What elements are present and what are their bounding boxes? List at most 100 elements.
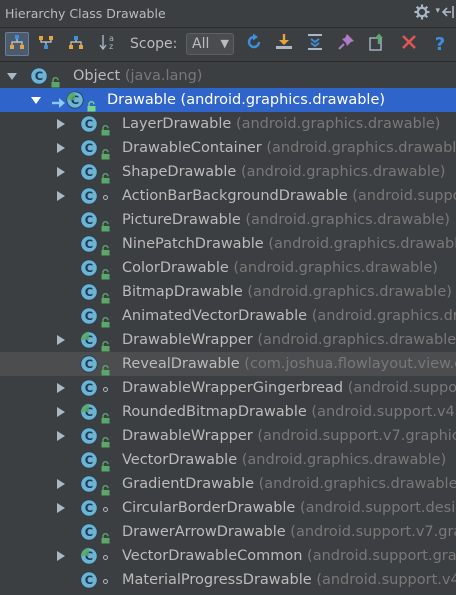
class-name: Drawable — [107, 92, 176, 108]
collapsed-arrow-icon[interactable] — [56, 143, 66, 153]
help-button[interactable]: ? — [428, 32, 452, 56]
tree-row[interactable]: C DrawableWrapper (android.support.v7.gra… — [0, 424, 456, 448]
svg-text:C: C — [85, 429, 93, 443]
collapsed-arrow-icon[interactable] — [56, 479, 66, 489]
public-access-icon — [101, 481, 110, 496]
class-icon: C — [80, 115, 98, 133]
tree-node-label: ColorDrawable (android.graphics.drawable… — [122, 259, 438, 277]
tree-row-selected[interactable]: C Drawable (android.graphics.drawable) — [0, 88, 456, 112]
svg-text:C: C — [85, 501, 93, 515]
tree-node-label: Drawable (android.graphics.drawable) — [107, 91, 385, 109]
close-button[interactable] — [397, 32, 421, 56]
public-access-icon — [101, 169, 110, 184]
tree-row[interactable]: C LayerDrawable (android.graphics.drawabl… — [0, 112, 456, 136]
class-icon: C — [80, 187, 98, 205]
public-access-icon — [101, 265, 110, 280]
window-title: Hierarchy Class Drawable — [5, 6, 166, 21]
public-access-icon — [101, 529, 110, 544]
supertypes-hierarchy-icon — [38, 34, 54, 54]
class-name: Object — [73, 68, 121, 84]
class-name: NinePatchDrawable — [122, 236, 264, 252]
tree-row[interactable]: C DrawableWrapper (android.graphics.drawa… — [0, 328, 456, 352]
collapsed-arrow-icon[interactable] — [56, 431, 66, 441]
tree-node-label: MaterialProgressDrawable (android.suppor… — [122, 571, 456, 589]
class-icon: C — [80, 499, 98, 517]
tree-row[interactable]: C BitmapDrawable (android.graphics.drawab… — [0, 280, 456, 304]
tree-node-label: PictureDrawable (android.graphics.drawab… — [122, 211, 450, 229]
hide-panel-icon[interactable] — [441, 4, 454, 24]
svg-text:C: C — [85, 357, 93, 371]
scope-dropdown[interactable]: All ▼ — [186, 33, 234, 55]
tree-node-label: DrawableWrapper (android.graphics.drawab… — [122, 331, 456, 349]
chevron-down-icon[interactable]: ▾ — [435, 6, 440, 16]
class-name: VectorDrawable — [122, 452, 238, 468]
class-icon: C — [80, 163, 98, 181]
class-icon: C — [80, 451, 98, 469]
tool-window-header: Hierarchy Class Drawable ▾ — [0, 0, 456, 28]
pin-tab-button[interactable] — [334, 32, 358, 56]
class-name: RevealDrawable — [122, 356, 240, 372]
collapsed-arrow-icon[interactable] — [56, 503, 66, 513]
help-icon: ? — [434, 33, 446, 55]
tree-node-label: ShapeDrawable (android.graphics.drawable… — [122, 163, 445, 181]
export-button[interactable] — [365, 32, 389, 56]
tree-row[interactable]: C ActionBarBackgroundDrawable (android.su… — [0, 184, 456, 208]
tree-row[interactable]: C PictureDrawable (android.graphics.drawa… — [0, 208, 456, 232]
tree-row[interactable]: C VectorDrawable (android.graphics.drawab… — [0, 448, 456, 472]
subtypes-hierarchy-button[interactable] — [5, 32, 29, 56]
class-icon: C — [80, 379, 98, 397]
refresh-button[interactable] — [242, 32, 266, 56]
tree-row[interactable]: C ShapeDrawable (android.graphics.drawabl… — [0, 160, 456, 184]
public-access-icon — [101, 457, 110, 472]
tree-row[interactable]: C DrawableWrapperGingerbread (android.sup… — [0, 376, 456, 400]
class-name: VectorDrawableCommon — [122, 548, 303, 564]
chevron-down-icon: ▼ — [220, 37, 229, 50]
package-name: (android.graphics.drawable) — [245, 212, 450, 228]
svg-text:C: C — [85, 285, 93, 299]
expand-all-button[interactable] — [303, 32, 327, 56]
gear-icon[interactable] — [414, 4, 430, 24]
tree-row[interactable]: C RevealDrawable (com.joshua.flowlayout.v… — [0, 352, 456, 376]
package-name: (android.graphics.drawable) — [258, 476, 456, 492]
svg-text:C: C — [35, 69, 43, 83]
collapsed-arrow-icon[interactable] — [56, 383, 66, 393]
svg-text:C: C — [85, 213, 93, 227]
collapsed-arrow-icon[interactable] — [56, 191, 66, 201]
package-private-access-icon — [103, 387, 108, 392]
tree-row[interactable]: C DrawableContainer (android.graphics.dra… — [0, 136, 456, 160]
tree-row-root[interactable]: C Object (java.lang) — [0, 64, 456, 88]
tree-row[interactable]: C VectorDrawableCommon (android.support.g… — [0, 544, 456, 568]
collapsed-arrow-icon[interactable] — [56, 551, 66, 561]
autoscroll-to-source-button[interactable] — [272, 32, 296, 56]
collapsed-arrow-icon[interactable] — [56, 407, 66, 417]
tree-row[interactable]: C RoundedBitmapDrawable (android.support.… — [0, 400, 456, 424]
collapsed-arrow-icon[interactable] — [56, 167, 66, 177]
expanded-arrow-icon[interactable] — [7, 71, 17, 81]
class-icon: C — [80, 355, 98, 373]
tree-row[interactable]: C NinePatchDrawable (android.graphics.dra… — [0, 232, 456, 256]
package-private-access-icon — [103, 195, 108, 200]
tree-row[interactable]: C ColorDrawable (android.graphics.drawabl… — [0, 256, 456, 280]
package-name: (android.graphics.drawable) — [257, 332, 456, 348]
public-access-icon — [101, 145, 110, 160]
hierarchy-toolbar: az Scope: All ▼ ? — [0, 28, 456, 62]
class-hierarchy-button[interactable] — [64, 32, 88, 56]
collapsed-arrow-icon[interactable] — [56, 119, 66, 129]
tree-row[interactable]: C MaterialProgressDrawable (android.suppo… — [0, 568, 456, 592]
tree-node-label: BitmapDrawable (android.graphics.drawabl… — [122, 283, 452, 301]
tree-row[interactable]: C AnimatedVectorDrawable (android.graphic… — [0, 304, 456, 328]
collapsed-arrow-icon[interactable] — [56, 335, 66, 345]
tree-row[interactable]: C DrawerArrowDrawable (android.support.v7… — [0, 520, 456, 544]
supertypes-hierarchy-button[interactable] — [34, 32, 58, 56]
package-name: (android.graphics.drawable) — [247, 284, 452, 300]
tree-row[interactable]: C CircularBorderDrawable (android.support… — [0, 496, 456, 520]
sort-alphabetically-button[interactable]: az — [97, 32, 121, 56]
tree-row[interactable]: C GradientDrawable (android.graphics.draw… — [0, 472, 456, 496]
expanded-arrow-icon[interactable] — [31, 95, 41, 105]
public-access-icon — [101, 433, 110, 448]
package-name: (android.support.v7.graphics.drawable) — [257, 428, 456, 444]
public-access-icon — [101, 217, 110, 232]
package-name: (android.graphics.drawable) — [235, 116, 441, 132]
package-name: (android.graphics.drawable) — [311, 308, 456, 324]
class-name: DrawerArrowDrawable — [122, 524, 286, 540]
